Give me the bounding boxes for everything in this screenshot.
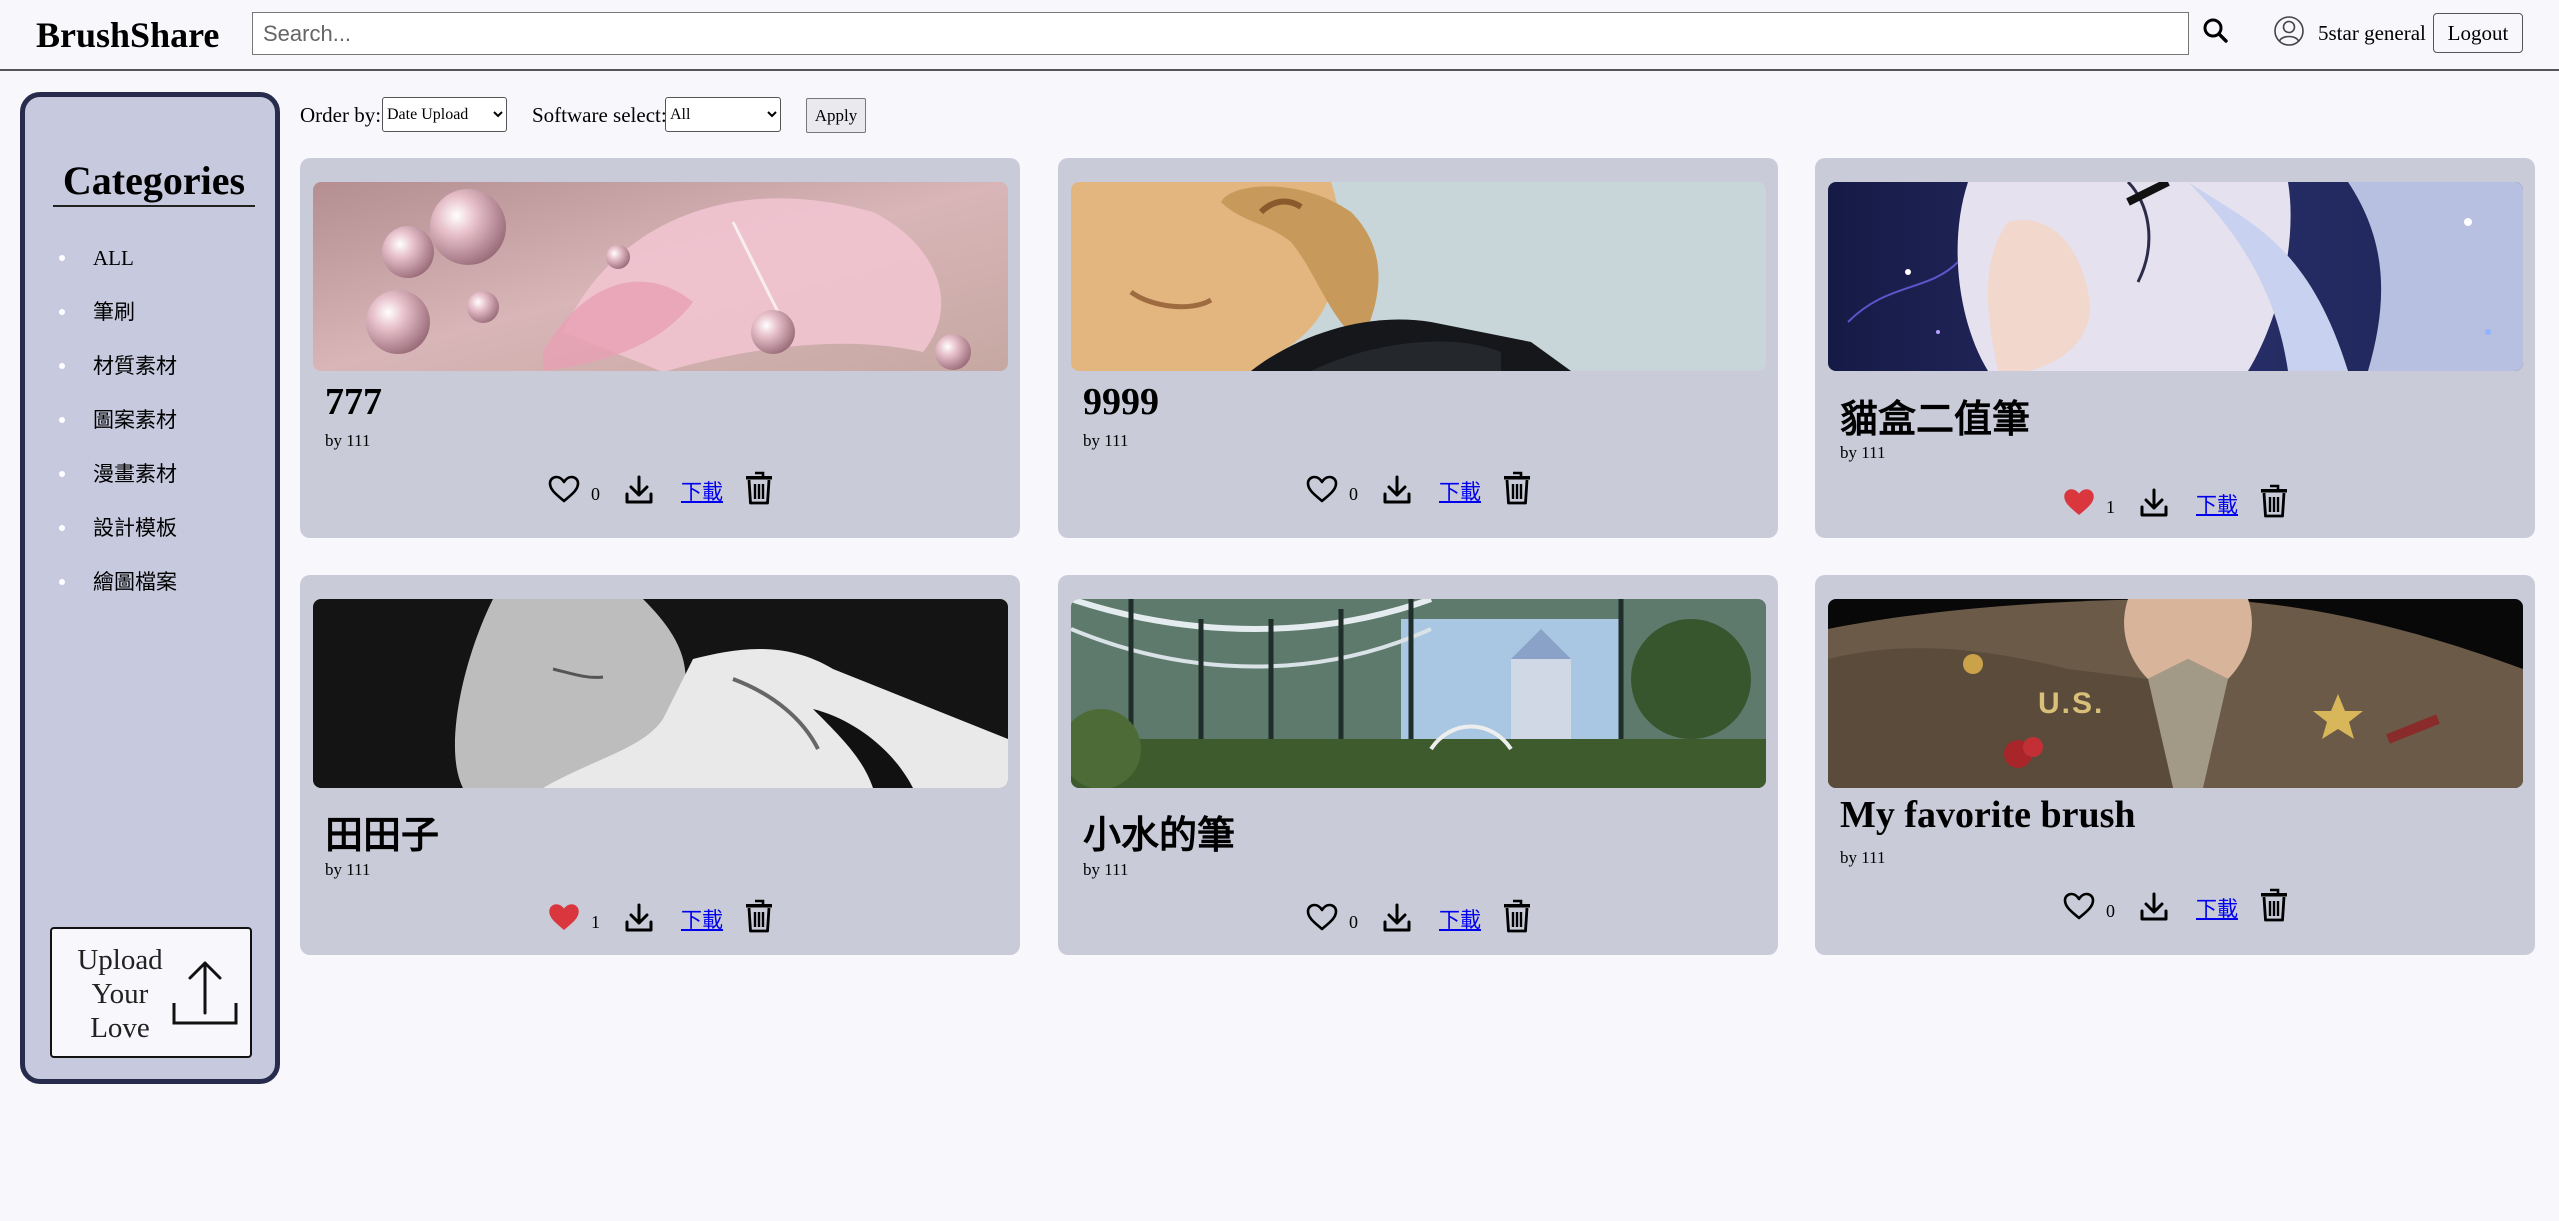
top-header: BrushShare 5star general Logout [0,0,2559,71]
heart-outline-icon[interactable] [1305,902,1339,932]
order-by-label: Order by: [300,103,382,127]
us-uniform-image[interactable]: U.S. [1828,599,2523,788]
site-logo[interactable]: BrushShare [36,14,219,56]
brush-card[interactable]: U.S. My favorite brush by 111 0 下載 [1815,575,2535,955]
order-by-select[interactable]: Date Upload [382,97,507,132]
category-item-all[interactable]: ALL [59,245,177,299]
download-icon[interactable] [624,474,654,506]
like-count: 0 [591,484,600,504]
category-item-comic[interactable]: 漫畫素材 [59,461,177,515]
brush-card[interactable]: 貓盒二值筆 by 111 1 下載 [1815,158,2535,538]
anime-girl-image[interactable] [1828,182,2523,371]
trash-icon[interactable] [2260,888,2288,922]
search-input[interactable] [252,12,2189,55]
man-profile-image[interactable] [1071,182,1766,371]
heart-filled-icon[interactable] [547,902,581,932]
download-link[interactable]: 下載 [2196,489,2238,519]
like-count: 1 [591,912,600,932]
card-author: by 111 [1083,860,1129,879]
card-actions: 1 下載 [300,898,1020,938]
categories-heading: Categories [62,158,246,203]
user-avatar-icon[interactable] [2273,15,2305,47]
download-icon[interactable] [2139,487,2169,519]
heart-outline-icon[interactable] [1305,474,1339,504]
download-icon[interactable] [1382,902,1412,934]
logout-button[interactable]: Logout [2433,13,2523,53]
download-icon[interactable] [2139,891,2169,923]
card-actions: 0 下載 [1815,887,2535,927]
download-link[interactable]: 下載 [681,904,723,934]
trash-icon[interactable] [1503,471,1531,505]
brush-card[interactable]: 777 by 111 0 下載 [300,158,1020,538]
card-title[interactable]: 貓盒二值筆 [1840,388,2030,443]
monochrome-portrait-image[interactable] [313,599,1008,788]
pink-butterfly-bubbles-image[interactable] [313,182,1008,371]
like-count: 0 [1349,912,1358,932]
card-title[interactable]: 777 [325,380,382,424]
software-select-label: Software select: [532,103,667,127]
like-count: 0 [2106,901,2115,921]
download-link[interactable]: 下載 [2196,893,2238,923]
card-author: by 111 [1840,848,1886,867]
heart-outline-icon[interactable] [2062,891,2096,921]
card-author: by 111 [325,860,371,879]
category-item-drawing-files[interactable]: 繪圖檔案 [59,569,177,623]
card-author: by 111 [1083,431,1129,450]
trash-icon[interactable] [745,471,773,505]
brush-card[interactable]: 9999 by 111 0 下載 [1058,158,1778,538]
category-item-templates[interactable]: 設計模板 [59,515,177,569]
card-actions: 1 下載 [1815,483,2535,523]
download-icon[interactable] [624,902,654,934]
upload-icon [170,959,240,1029]
upload-label: Upload Your Love [77,944,163,1044]
card-title[interactable]: 田田子 [325,804,439,859]
download-icon[interactable] [1382,474,1412,506]
category-item-brushes[interactable]: 筆刷 [59,299,177,353]
upload-button[interactable]: Upload Your Love [50,927,252,1058]
card-title[interactable]: My favorite brush [1840,793,2136,837]
download-link[interactable]: 下載 [681,476,723,506]
apply-button[interactable]: Apply [806,98,866,133]
download-link[interactable]: 下載 [1439,904,1481,934]
card-title[interactable]: 9999 [1083,380,1159,424]
category-list: ALL 筆刷 材質素材 圖案素材 漫畫素材 設計模板 繪圖檔案 [59,245,177,623]
search-icon[interactable] [2202,17,2230,47]
card-author: by 111 [1840,443,1886,462]
card-actions: 0 下載 [300,470,1020,510]
category-item-patterns[interactable]: 圖案素材 [59,407,177,461]
brush-card[interactable]: 田田子 by 111 1 下載 [300,575,1020,955]
heart-filled-icon[interactable] [2062,487,2096,517]
categories-divider [53,205,255,207]
download-link[interactable]: 下載 [1439,476,1481,506]
card-title[interactable]: 小水的筆 [1083,804,1235,859]
trash-icon[interactable] [2260,484,2288,518]
software-select[interactable]: All [665,97,781,132]
trash-icon[interactable] [1503,899,1531,933]
card-actions: 0 下載 [1058,470,1778,510]
trash-icon[interactable] [745,899,773,933]
categories-sidebar: Categories ALL 筆刷 材質素材 圖案素材 漫畫素材 設計模板 繪圖… [20,92,280,1084]
brush-card[interactable]: 小水的筆 by 111 0 下載 [1058,575,1778,955]
username-label: 5star general [2318,21,2426,45]
card-actions: 0 下載 [1058,898,1778,938]
uniform-lettering: U.S. [2038,687,2105,720]
card-author: by 111 [325,431,371,450]
heart-outline-icon[interactable] [547,474,581,504]
greenhouse-image[interactable] [1071,599,1766,788]
like-count: 1 [2106,497,2115,517]
category-item-textures[interactable]: 材質素材 [59,353,177,407]
like-count: 0 [1349,484,1358,504]
